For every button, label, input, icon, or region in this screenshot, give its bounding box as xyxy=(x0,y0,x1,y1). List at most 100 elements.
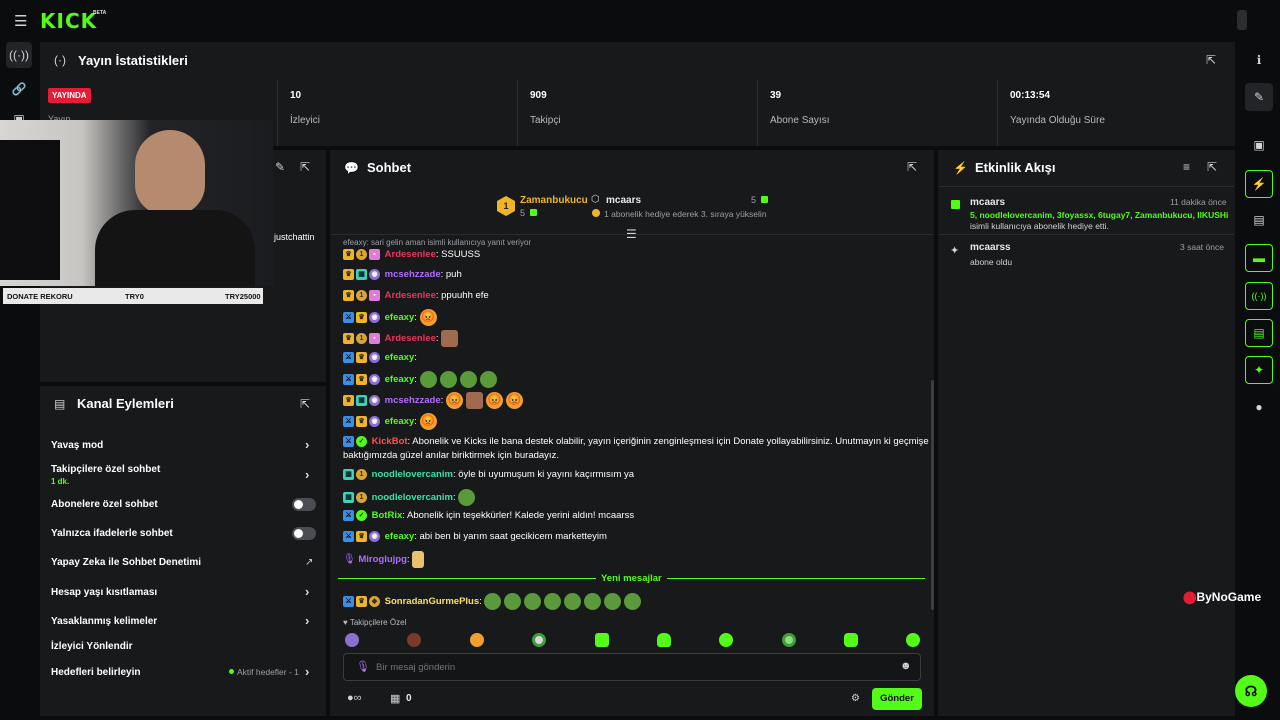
mic-icon[interactable]: 🎙 xyxy=(356,660,370,673)
chat-message: ⚔ ♛ ◉ efeaxy: 😡 xyxy=(343,413,440,430)
slow-mode-row[interactable]: Yavaş mod xyxy=(51,440,317,451)
broadcast-icon[interactable]: ((·)) xyxy=(1245,282,1273,310)
chevron-right-icon[interactable]: › xyxy=(305,467,309,482)
edit-icon[interactable]: ✎ xyxy=(275,160,285,174)
edit-pencil-icon[interactable]: ✎ xyxy=(1245,83,1273,111)
quick-emote[interactable] xyxy=(345,633,359,647)
link-icon[interactable]: 🔗 xyxy=(6,76,32,102)
ai-moderation-row[interactable]: Yapay Zeka ile Sohbet Denetimi xyxy=(51,557,317,568)
emote-frog xyxy=(544,593,562,610)
profile-avatar[interactable] xyxy=(1237,10,1247,30)
emotes-only-toggle[interactable] xyxy=(292,527,316,540)
banned-words-row[interactable]: Yasaklanmış kelimeler xyxy=(51,616,317,627)
followers-only-row[interactable]: Takipçilere özel sohbet 1 dk. xyxy=(51,464,317,486)
chat-message: ⚔ ♛ ◉ efeaxy: xyxy=(343,371,500,388)
chat-message: ▦ 1 noodlelovercanim: öyle bi uyumuşum ki… xyxy=(343,469,634,480)
divider xyxy=(667,578,925,579)
send-button[interactable]: Gönder xyxy=(872,688,922,710)
gift-icon xyxy=(951,200,960,209)
subscribers-only-toggle[interactable] xyxy=(292,498,316,511)
emote-angry: 😡 xyxy=(419,413,437,430)
community-icon[interactable]: ●∞ xyxy=(347,692,362,704)
bynogame-watermark: ⬤ByNoGame xyxy=(1183,590,1262,604)
top-bar: ☰ KICK BETA xyxy=(0,0,1280,40)
popout-icon[interactable]: ⇱ xyxy=(907,160,917,174)
activity-user[interactable]: mcaars xyxy=(970,197,1005,208)
emote-face xyxy=(465,392,483,409)
quick-emote[interactable] xyxy=(782,633,796,647)
quick-emote[interactable] xyxy=(844,633,858,647)
actions-icon: ▤ xyxy=(54,397,66,411)
donate-record-bar: DONATE REKORU TRY0 TRY25000 xyxy=(3,288,263,304)
activity-time: 11 dakika önce xyxy=(1170,197,1227,207)
external-link-icon[interactable]: ↗ xyxy=(305,557,313,568)
popout-icon[interactable]: ⇱ xyxy=(300,160,310,174)
screenshot-icon[interactable]: ▣ xyxy=(1245,131,1273,159)
quick-emote[interactable] xyxy=(532,633,546,647)
chat-scrollbar[interactable] xyxy=(931,380,934,610)
quick-emote[interactable] xyxy=(657,633,671,647)
emoji-icon[interactable]: ☻ xyxy=(900,660,912,672)
subscribers-only-row: Abonelere özel sohbet xyxy=(51,499,158,510)
quick-emote[interactable] xyxy=(595,633,609,647)
chat-input-box[interactable]: 🎙 ☻ xyxy=(343,653,921,681)
filter-icon[interactable]: ≡ xyxy=(1183,160,1190,174)
actions-icon[interactable]: ▤ xyxy=(1245,319,1273,347)
support-headset-icon[interactable]: ☊ xyxy=(1235,675,1267,707)
chat-message-input[interactable] xyxy=(376,659,876,675)
gift-prompt: 1 abonelik hediye ederek 3. sıraya yükse… xyxy=(604,209,767,219)
chat-message: ⚔ ✓ KickBot: Abonelik ve Kicks ile bana d… xyxy=(343,435,929,461)
activity-title: Etkinlik Akışı xyxy=(975,160,1056,175)
emote-frog xyxy=(439,371,457,388)
chevron-right-icon[interactable]: › xyxy=(305,664,309,679)
actions-title: Kanal Eylemleri xyxy=(77,396,174,411)
gifter-name[interactable]: mcaars xyxy=(606,195,641,206)
info-icon[interactable]: ℹ xyxy=(1245,46,1273,74)
kick-logo[interactable]: KICK xyxy=(40,9,97,33)
emote-frog xyxy=(459,371,477,388)
stream-broadcast-icon[interactable]: ((·)) xyxy=(6,42,32,68)
new-messages-label: Yeni mesajlar xyxy=(601,573,662,584)
emotes-only-row: Yalnızca ifadelerle sohbet xyxy=(51,528,173,539)
popout-icon[interactable]: ⇱ xyxy=(1207,160,1217,174)
webcam-monitor xyxy=(0,140,60,280)
top-gifter-name[interactable]: Zamanbukucu xyxy=(520,195,588,206)
divider xyxy=(338,578,596,579)
chat-message: ⚔ ♛ ◉ efeaxy: 😡 xyxy=(343,309,440,326)
emote-frog xyxy=(419,371,437,388)
quick-emote[interactable] xyxy=(470,633,484,647)
document-icon[interactable]: ▤ xyxy=(1245,206,1273,234)
status-dot xyxy=(229,669,234,674)
menu-icon[interactable]: ☰ xyxy=(14,12,27,30)
chat-message: ⚔ ♛ ◆ SonradanGurmePlus: xyxy=(343,593,644,610)
emote-angry: 😡 xyxy=(485,392,503,409)
emote-angry: 😡 xyxy=(505,392,523,409)
followers-only-label: ♥ Takipçilere Özel xyxy=(343,618,407,627)
kicks-gift-icon[interactable]: ▦ xyxy=(390,692,400,705)
chat-message: ♛ ▦ ◉ mcsehzzade: puh xyxy=(343,269,462,280)
stat-subscribers: 39 Abone Sayısı xyxy=(757,80,997,146)
preview-side-text: justchattin xyxy=(274,232,315,242)
quick-emote[interactable] xyxy=(719,633,733,647)
account-age-row[interactable]: Hesap yaşı kısıtlaması xyxy=(51,587,317,598)
chat-bubble-icon[interactable]: ▬ xyxy=(1245,244,1273,272)
popout-icon[interactable]: ⇱ xyxy=(1206,53,1216,67)
emote-frog xyxy=(458,489,476,506)
activity-time: 3 saat önce xyxy=(1180,242,1224,252)
host-viewers-row[interactable]: İzleyici Yönlendir xyxy=(51,641,317,652)
popout-icon[interactable]: ⇱ xyxy=(300,397,310,411)
activity-user[interactable]: mcaarss xyxy=(970,242,1011,253)
quick-emote[interactable] xyxy=(407,633,421,647)
quick-emote[interactable] xyxy=(906,633,920,647)
chat-message: ♛ ▦ ◉ mcsehzzade: 😡 😡 😡 xyxy=(343,392,526,409)
chevron-right-icon[interactable]: › xyxy=(305,437,309,452)
settings-gear-icon[interactable]: ⚙ xyxy=(851,693,860,704)
community-icon[interactable]: ● xyxy=(1245,393,1273,421)
chevron-right-icon[interactable]: › xyxy=(305,584,309,599)
wrench-icon[interactable]: ✦ xyxy=(1245,356,1273,384)
chevron-right-icon[interactable]: › xyxy=(305,613,309,628)
lightning-icon[interactable]: ⚡ xyxy=(1245,170,1273,198)
emote-frog xyxy=(564,593,582,610)
webcam-shirt xyxy=(95,210,255,286)
chat-message: ♛ 1 ▪ Ardesenlee: xyxy=(343,330,461,347)
